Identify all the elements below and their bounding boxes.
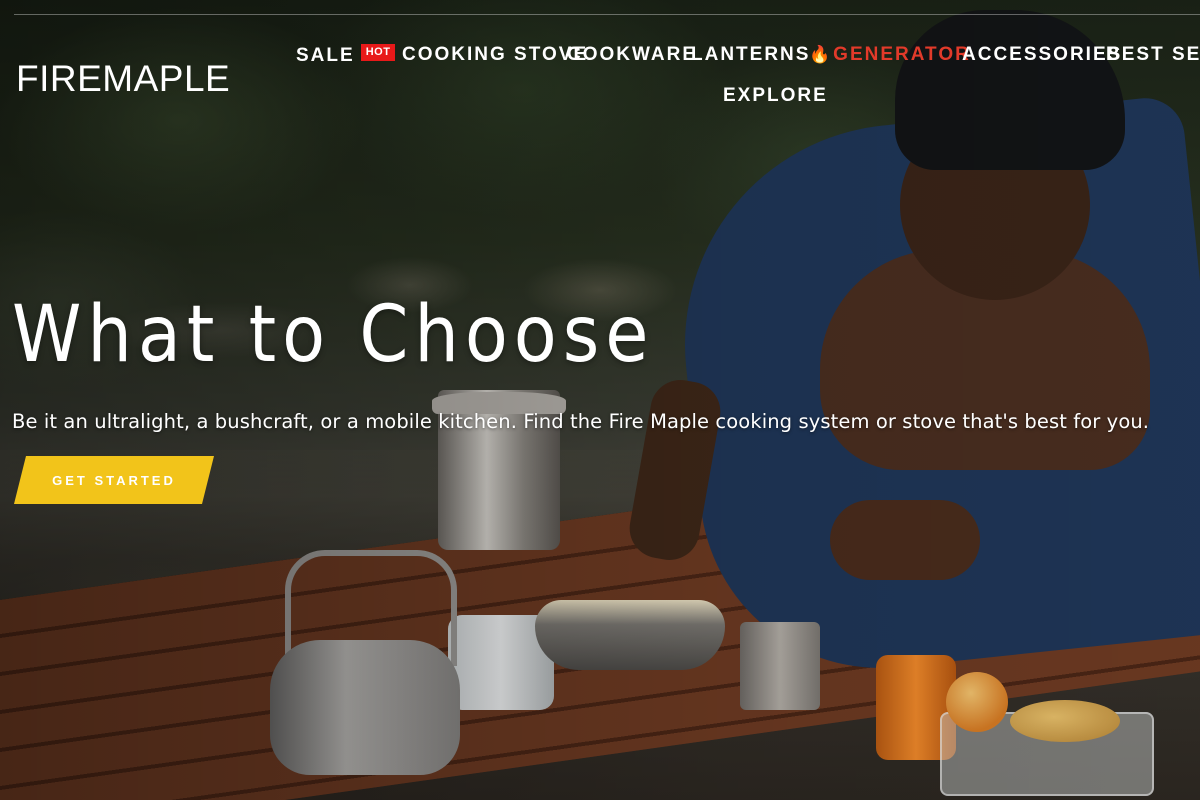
nav-item-generator[interactable]: 🔥 GENERATOR bbox=[809, 44, 971, 66]
nav-item-sale-label: SALE bbox=[296, 45, 355, 66]
nav-item-lanterns[interactable]: LANTERNS bbox=[691, 44, 810, 66]
nav-item-sale[interactable]: SALE HOT bbox=[296, 44, 396, 67]
get-started-button[interactable]: GET STARTED bbox=[14, 456, 214, 504]
hero-subtitle: Be it an ultralight, a bushcraft, or a m… bbox=[12, 410, 1150, 433]
nav-item-cookware[interactable]: COOKWARE bbox=[567, 44, 697, 66]
nav-item-generator-label: GENERATOR bbox=[833, 44, 971, 65]
nav-item-cooking-stove[interactable]: COOKING STOVE bbox=[402, 44, 588, 66]
nav-item-accessories[interactable]: ACCESSORIES bbox=[962, 44, 1122, 66]
nav-item-best-sellers[interactable]: BEST SELLE bbox=[1106, 44, 1200, 66]
hero-title: What to Choose bbox=[12, 290, 655, 380]
flame-icon: 🔥 bbox=[809, 45, 831, 64]
header-divider bbox=[14, 14, 1200, 15]
nav-item-explore[interactable]: EXPLORE bbox=[723, 85, 828, 107]
get-started-label: GET STARTED bbox=[52, 472, 176, 488]
main-navigation: SALE HOT COOKING STOVE COOKWARE LANTERNS … bbox=[296, 44, 1200, 124]
firemaple-logo[interactable]: FIREMAPLE bbox=[16, 58, 230, 100]
hot-badge: HOT bbox=[360, 44, 396, 61]
